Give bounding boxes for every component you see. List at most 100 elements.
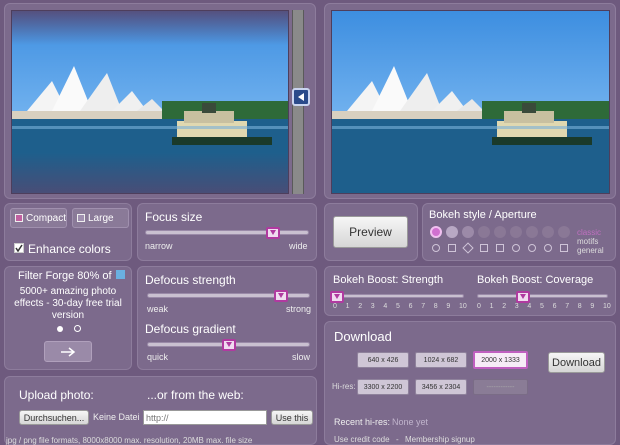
size-2000-button[interactable]: 2000 x 1333 xyxy=(473,351,528,369)
boost_strength-tick-2: 2 xyxy=(358,303,363,310)
bokeh-shape-round-6[interactable] xyxy=(526,226,538,238)
boost_strength-tick-8: 8 xyxy=(433,303,438,310)
boost_coverage-tick-1: 1 xyxy=(489,303,494,310)
size-hires-max-button: ------------ xyxy=(473,379,528,395)
focus-size-track[interactable] xyxy=(145,230,309,235)
use-this-button[interactable]: Use this xyxy=(271,410,313,425)
boost_coverage-tick-0: 0 xyxy=(477,303,481,310)
bokeh-shape-star-8[interactable] xyxy=(560,244,568,252)
link-separator: - xyxy=(396,435,399,444)
bokeh-shape-round-4[interactable] xyxy=(494,226,506,238)
defocus-strength-title: Defocus strength xyxy=(145,273,236,287)
left-arrow-icon xyxy=(298,93,304,101)
ad-page-dot[interactable] xyxy=(74,325,81,332)
bokeh-shape-circle-6[interactable] xyxy=(528,244,536,252)
bokeh-shape-circle-7[interactable] xyxy=(544,244,552,252)
boost_coverage-tick-10: 10 xyxy=(603,303,611,310)
focus-position-arrow[interactable] xyxy=(292,88,310,106)
boost-coverage-slider[interactable] xyxy=(516,291,530,303)
defocus-strength-slider[interactable] xyxy=(274,290,288,302)
boost_coverage-tick-7: 7 xyxy=(565,303,570,310)
credit-code-link[interactable]: Use credit code xyxy=(334,435,390,444)
boost-coverage-track[interactable] xyxy=(477,294,608,298)
bokeh-shape-round-8[interactable] xyxy=(558,226,570,238)
preview-button[interactable]: Preview xyxy=(333,216,408,248)
browse-button[interactable]: Durchsuchen... xyxy=(19,410,89,425)
download-button[interactable]: Download xyxy=(548,352,605,373)
right-arrow-icon xyxy=(61,346,76,357)
original-photo[interactable] xyxy=(11,10,289,194)
defocus-gradient-title: Defocus gradient xyxy=(145,322,236,336)
large-checkbox-icon xyxy=(77,214,85,222)
bokeh-shape-triangle-3[interactable] xyxy=(480,244,488,252)
checkmark-icon xyxy=(15,244,23,252)
upload-title: Upload photo: xyxy=(19,388,94,402)
ad-page-dot-active[interactable] xyxy=(57,326,63,332)
recent-hires-label: Recent hi-res: xyxy=(334,417,391,427)
boost_coverage-tick-8: 8 xyxy=(577,303,582,310)
compact-button[interactable]: Compact xyxy=(10,208,67,228)
large-label: Large xyxy=(88,212,114,224)
boost_strength-tick-6: 6 xyxy=(408,303,413,310)
bokeh-style-classic[interactable]: classic xyxy=(577,228,601,237)
bokeh-style-motifs[interactable]: motifs xyxy=(577,237,598,246)
bokeh-shape-circle-5[interactable] xyxy=(512,244,520,252)
web-upload-title: ...or from the web: xyxy=(147,388,244,402)
defocus-gradient-slider[interactable] xyxy=(222,339,236,351)
defocus-strength-max: strong xyxy=(286,304,312,314)
size-3456-button[interactable]: 3456 x 2304 xyxy=(415,379,467,395)
bokeh-shape-square-4[interactable] xyxy=(496,244,504,252)
no-file-label: Keine Datei xyxy=(93,412,140,422)
bokeh-style-general[interactable]: general xyxy=(577,246,604,255)
bokeh-style-title: Bokeh style / Aperture xyxy=(429,209,537,221)
defocus-gradient-max: slow xyxy=(292,352,311,362)
size-1024-button[interactable]: 1024 x 682 xyxy=(415,352,467,368)
bokeh-shape-round-5[interactable] xyxy=(510,226,522,238)
ad-title[interactable]: Filter Forge 80% of xyxy=(18,270,112,282)
boost_strength-tick-1: 1 xyxy=(345,303,350,310)
enhance-colors-checkbox[interactable] xyxy=(14,243,24,253)
large-button[interactable]: Large xyxy=(72,208,129,228)
bokeh-shape-square-1[interactable] xyxy=(448,244,456,252)
bokeh-shape-round-0[interactable] xyxy=(430,226,442,238)
membership-signup-link[interactable]: Membership signup xyxy=(405,435,475,444)
boost_coverage-tick-9: 9 xyxy=(590,303,595,310)
boost_coverage-tick-5: 5 xyxy=(540,303,544,310)
defocus-gradient-min: quick xyxy=(147,352,169,362)
boost_coverage-tick-3: 3 xyxy=(514,303,519,310)
upload-formats-note: jpg / png file formats, 8000x8000 max. r… xyxy=(6,436,253,445)
focus-size-max: wide xyxy=(289,241,308,251)
bokeh-shape-round-3[interactable] xyxy=(478,226,490,238)
bokeh-shape-round-1[interactable] xyxy=(446,226,458,238)
ad-body[interactable]: 5000+ amazing photo effects - 30-day fre… xyxy=(12,286,124,322)
ad-next-button[interactable] xyxy=(44,341,92,362)
compact-checkbox-icon xyxy=(15,214,23,222)
defocus-strength-min: weak xyxy=(147,304,169,314)
recent-hires-value: None yet xyxy=(392,417,429,427)
boost-strength-slider[interactable] xyxy=(330,291,344,303)
result-photo xyxy=(331,10,610,194)
bokeh-shape-circle-0[interactable] xyxy=(432,244,440,252)
url-input[interactable] xyxy=(143,410,267,425)
focus-size-slider[interactable] xyxy=(266,227,280,239)
boost_coverage-tick-6: 6 xyxy=(552,303,557,310)
boost_coverage-tick-4: 4 xyxy=(527,303,532,310)
boost_strength-tick-10: 10 xyxy=(459,303,467,310)
bokeh-shape-round-2[interactable] xyxy=(462,226,474,238)
boost_strength-tick-3: 3 xyxy=(370,303,375,310)
focus-size-min: narrow xyxy=(145,241,173,251)
bokeh-shape-round-7[interactable] xyxy=(542,226,554,238)
opera-house-result-image xyxy=(332,66,609,193)
boost_strength-tick-4: 4 xyxy=(383,303,388,310)
boost_strength-tick-9: 9 xyxy=(446,303,451,310)
boost-coverage-title: Bokeh Boost: Coverage xyxy=(477,274,594,286)
enhance-colors-label: Enhance colors xyxy=(28,242,111,256)
size-3300-button[interactable]: 3300 x 2200 xyxy=(357,379,409,395)
boost-strength-title: Bokeh Boost: Strength xyxy=(333,274,444,286)
size-640-button[interactable]: 640 x 426 xyxy=(357,352,409,368)
download-title: Download xyxy=(334,329,392,344)
boost_strength-tick-7: 7 xyxy=(421,303,426,310)
boost-strength-track[interactable] xyxy=(333,294,464,298)
compact-label: Compact xyxy=(25,212,66,224)
ad-info-icon[interactable] xyxy=(116,270,125,279)
